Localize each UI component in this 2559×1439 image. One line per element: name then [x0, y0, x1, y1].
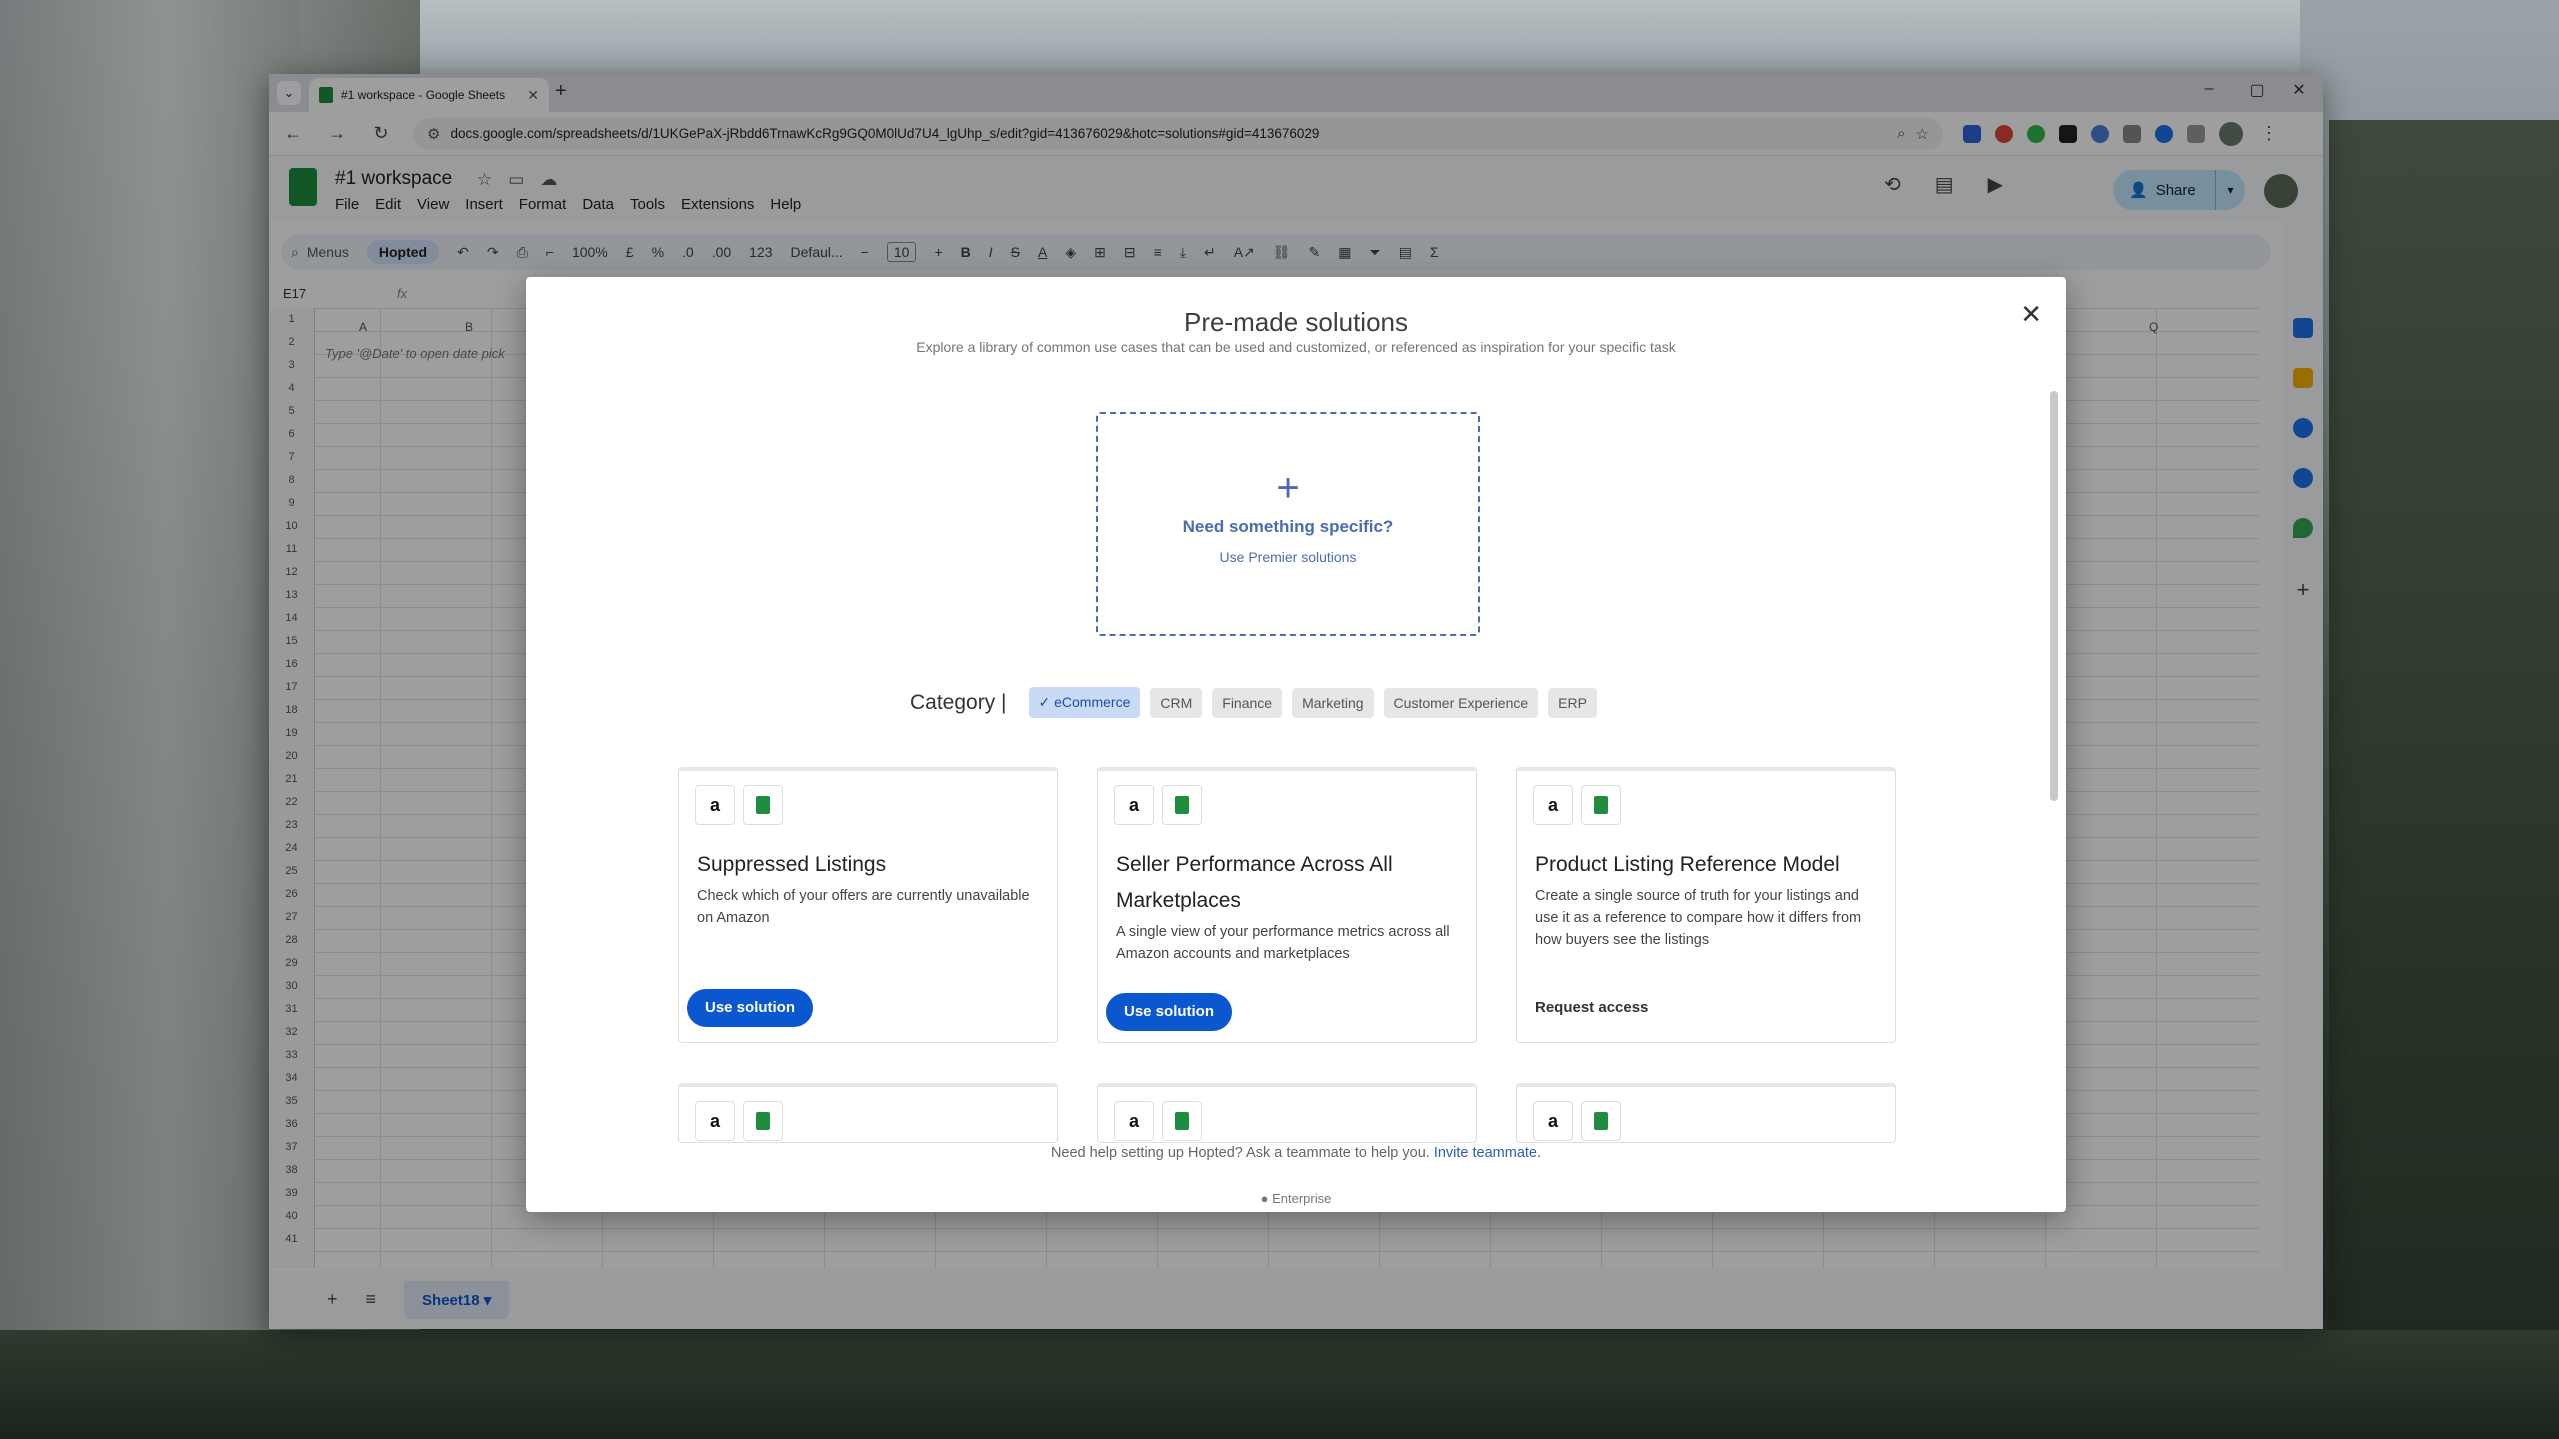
card-title: Product Listing Reference Model: [1535, 853, 1840, 876]
card-icons: a: [1114, 1101, 1202, 1141]
modal-title: Pre-made solutions: [1184, 307, 1408, 337]
google-sheets-icon: [1581, 785, 1621, 825]
premade-solutions-modal: Pre-made solutions Explore a library of …: [526, 277, 2066, 1212]
google-sheets-icon: [1162, 785, 1202, 825]
desktop-forest: [0, 1330, 2559, 1439]
check-icon: ✓: [1038, 694, 1055, 710]
solution-card[interactable]: a Suppressed Listings Check which of you…: [678, 767, 1058, 1043]
use-solution-button[interactable]: Use solution: [687, 989, 814, 1027]
amazon-icon: a: [1533, 785, 1573, 825]
category-chip-finance[interactable]: Finance: [1212, 687, 1283, 718]
help-text: Need help setting up Hopted? Ask a teamm…: [1050, 1145, 1430, 1161]
category-chip-marketing[interactable]: Marketing: [1292, 687, 1374, 718]
google-sheets-icon: [743, 1101, 783, 1141]
category-filter: Category | ✓ eCommerce CRM Finance Marke…: [910, 687, 1597, 718]
amazon-icon: a: [1114, 1101, 1154, 1141]
category-chip-ecommerce[interactable]: ✓ eCommerce: [1028, 687, 1141, 718]
desktop-trees: [2329, 120, 2559, 1439]
close-icon[interactable]: ✕: [2020, 299, 2042, 330]
premier-solutions-link[interactable]: Use Premier solutions: [1098, 549, 1478, 565]
invite-teammate-link[interactable]: Invite teammate.: [1434, 1145, 1541, 1161]
amazon-icon: a: [1533, 1101, 1573, 1141]
card-title: Suppressed Listings: [697, 853, 887, 876]
amazon-icon: a: [695, 785, 735, 825]
modal-scrollbar[interactable]: [2050, 391, 2058, 801]
custom-solution-box[interactable]: + Need something specific? Use Premier s…: [1096, 412, 1480, 636]
use-solution-button[interactable]: Use solution: [1106, 993, 1233, 1031]
category-label: Category |: [910, 690, 1007, 714]
category-chip-crm[interactable]: CRM: [1150, 687, 1203, 718]
help-footer: Need help setting up Hopted? Ask a teamm…: [526, 1145, 2066, 1161]
card-description: Create a single source of truth for your…: [1535, 888, 1862, 948]
need-specific-heading[interactable]: Need something specific?: [1098, 517, 1478, 537]
card-description: Check which of your offers are currently…: [697, 888, 1030, 926]
enterprise-label: ● Enterprise: [1260, 1191, 1332, 1206]
card-description: A single view of your performance metric…: [1116, 924, 1450, 962]
enterprise-icon: ●: [1260, 1191, 1269, 1206]
card-icons: a: [695, 785, 783, 825]
request-access-link[interactable]: Request access: [1535, 999, 1648, 1016]
solution-card[interactable]: a: [1097, 1083, 1477, 1143]
solution-card[interactable]: a: [1516, 1083, 1896, 1143]
card-icons: a: [695, 1101, 783, 1141]
modal-subtitle: Explore a library of common use cases th…: [916, 339, 1676, 355]
category-chip-customer-experience[interactable]: Customer Experience: [1383, 687, 1539, 718]
card-icons: a: [1114, 785, 1202, 825]
card-icons: a: [1533, 785, 1621, 825]
plus-icon: +: [1276, 466, 1300, 510]
solution-card[interactable]: a: [678, 1083, 1058, 1143]
google-sheets-icon: [743, 785, 783, 825]
desktop-clouds: [300, 0, 2300, 80]
google-sheets-icon: [1162, 1101, 1202, 1141]
card-title: Seller Performance Across All Marketplac…: [1116, 853, 1393, 912]
card-icons: a: [1533, 1101, 1621, 1141]
solution-card[interactable]: a Product Listing Reference Model Create…: [1516, 767, 1896, 1043]
amazon-icon: a: [695, 1101, 735, 1141]
google-sheets-icon: [1581, 1101, 1621, 1141]
amazon-icon: a: [1114, 785, 1154, 825]
category-chip-erp[interactable]: ERP: [1548, 687, 1597, 718]
solution-card[interactable]: a Seller Performance Across All Marketpl…: [1097, 767, 1477, 1043]
